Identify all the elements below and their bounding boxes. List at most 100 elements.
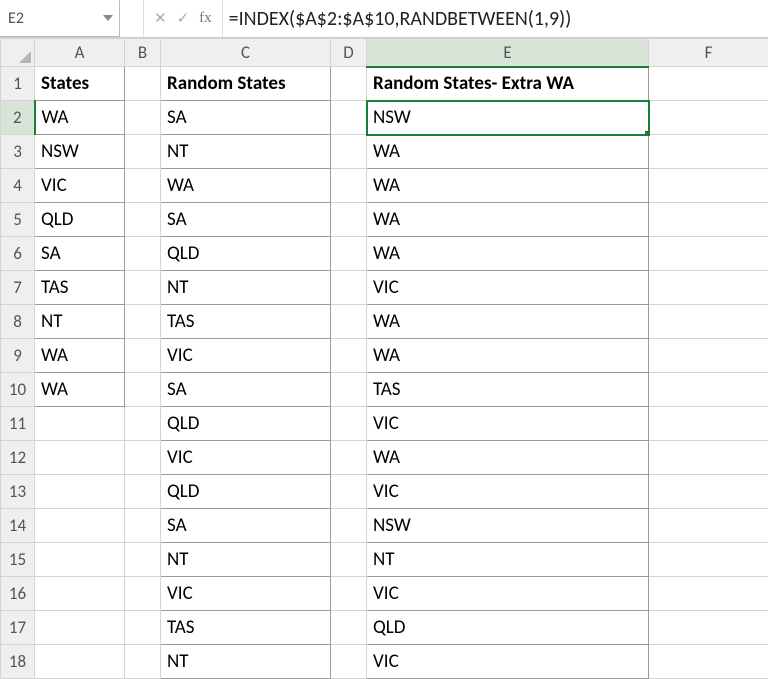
accept-icon[interactable]: ✓ (177, 9, 190, 28)
cell-B17[interactable] (125, 611, 161, 645)
cell-A8[interactable]: NT (35, 305, 125, 339)
cell-D17[interactable] (331, 611, 367, 645)
cell-F12[interactable] (649, 441, 768, 475)
row-header[interactable]: 13 (1, 475, 35, 509)
cell-B18[interactable] (125, 645, 161, 679)
cell-C12[interactable]: VIC (161, 441, 331, 475)
cell-B9[interactable] (125, 339, 161, 373)
cell-E18[interactable]: VIC (367, 645, 649, 679)
row-header[interactable]: 2 (1, 101, 35, 135)
cell-C2[interactable]: SA (161, 101, 331, 135)
col-header-B[interactable]: B (125, 39, 161, 67)
col-header-D[interactable]: D (331, 39, 367, 67)
cell-A15[interactable] (35, 543, 125, 577)
row-header[interactable]: 3 (1, 135, 35, 169)
cell-C3[interactable]: NT (161, 135, 331, 169)
cell-F3[interactable] (649, 135, 768, 169)
cell-D8[interactable] (331, 305, 367, 339)
cell-B12[interactable] (125, 441, 161, 475)
cell-D2[interactable] (331, 101, 367, 135)
cell-B16[interactable] (125, 577, 161, 611)
spreadsheet-grid[interactable]: A B C D E F 1StatesRandom StatesRandom S… (0, 38, 768, 679)
cell-D6[interactable] (331, 237, 367, 271)
cell-B14[interactable] (125, 509, 161, 543)
cell-B4[interactable] (125, 169, 161, 203)
cell-E16[interactable]: VIC (367, 577, 649, 611)
cell-B11[interactable] (125, 407, 161, 441)
row-header[interactable]: 14 (1, 509, 35, 543)
cell-C17[interactable]: TAS (161, 611, 331, 645)
chevron-down-icon[interactable] (103, 15, 113, 21)
cell-D7[interactable] (331, 271, 367, 305)
cell-A16[interactable] (35, 577, 125, 611)
cell-D16[interactable] (331, 577, 367, 611)
cell-A7[interactable]: TAS (35, 271, 125, 305)
cell-E7[interactable]: VIC (367, 271, 649, 305)
cell-F6[interactable] (649, 237, 768, 271)
row-header[interactable]: 7 (1, 271, 35, 305)
name-box[interactable]: E2 (0, 0, 120, 37)
cell-A9[interactable]: WA (35, 339, 125, 373)
cell-B13[interactable] (125, 475, 161, 509)
cell-F9[interactable] (649, 339, 768, 373)
cell-A17[interactable] (35, 611, 125, 645)
cell-E5[interactable]: WA (367, 203, 649, 237)
cell-C6[interactable]: QLD (161, 237, 331, 271)
cell-E12[interactable]: WA (367, 441, 649, 475)
cell-C8[interactable]: TAS (161, 305, 331, 339)
cell-F18[interactable] (649, 645, 768, 679)
cell-B7[interactable] (125, 271, 161, 305)
cell-C1[interactable]: Random States (161, 67, 331, 101)
cell-E15[interactable]: NT (367, 543, 649, 577)
cell-A12[interactable] (35, 441, 125, 475)
cell-D15[interactable] (331, 543, 367, 577)
cell-C14[interactable]: SA (161, 509, 331, 543)
cell-F7[interactable] (649, 271, 768, 305)
cell-C15[interactable]: NT (161, 543, 331, 577)
row-header[interactable]: 8 (1, 305, 35, 339)
cell-A2[interactable]: WA (35, 101, 125, 135)
cell-C5[interactable]: SA (161, 203, 331, 237)
cell-F14[interactable] (649, 509, 768, 543)
cell-F15[interactable] (649, 543, 768, 577)
cell-A6[interactable]: SA (35, 237, 125, 271)
cell-C16[interactable]: VIC (161, 577, 331, 611)
cell-A3[interactable]: NSW (35, 135, 125, 169)
cell-A14[interactable] (35, 509, 125, 543)
cell-E13[interactable]: VIC (367, 475, 649, 509)
cell-F11[interactable] (649, 407, 768, 441)
cell-E8[interactable]: WA (367, 305, 649, 339)
col-header-C[interactable]: C (161, 39, 331, 67)
row-header[interactable]: 4 (1, 169, 35, 203)
cell-C11[interactable]: QLD (161, 407, 331, 441)
cell-F1[interactable] (649, 67, 768, 101)
cell-E11[interactable]: VIC (367, 407, 649, 441)
cell-F4[interactable] (649, 169, 768, 203)
cell-D14[interactable] (331, 509, 367, 543)
cell-A11[interactable] (35, 407, 125, 441)
cell-D5[interactable] (331, 203, 367, 237)
cell-E6[interactable]: WA (367, 237, 649, 271)
cell-A5[interactable]: QLD (35, 203, 125, 237)
cell-C7[interactable]: NT (161, 271, 331, 305)
row-header[interactable]: 9 (1, 339, 35, 373)
cell-E17[interactable]: QLD (367, 611, 649, 645)
cell-A4[interactable]: VIC (35, 169, 125, 203)
row-header[interactable]: 15 (1, 543, 35, 577)
cell-D3[interactable] (331, 135, 367, 169)
cell-E2[interactable]: NSW (367, 101, 649, 135)
cell-B5[interactable] (125, 203, 161, 237)
cell-B1[interactable] (125, 67, 161, 101)
cell-A1[interactable]: States (35, 67, 125, 101)
cell-E14[interactable]: NSW (367, 509, 649, 543)
cancel-icon[interactable]: ✕ (154, 9, 167, 28)
cell-F5[interactable] (649, 203, 768, 237)
row-header[interactable]: 5 (1, 203, 35, 237)
row-header[interactable]: 10 (1, 373, 35, 407)
cell-E9[interactable]: WA (367, 339, 649, 373)
cell-F2[interactable] (649, 101, 768, 135)
cell-C10[interactable]: SA (161, 373, 331, 407)
cell-B10[interactable] (125, 373, 161, 407)
cell-D1[interactable] (331, 67, 367, 101)
row-header[interactable]: 17 (1, 611, 35, 645)
